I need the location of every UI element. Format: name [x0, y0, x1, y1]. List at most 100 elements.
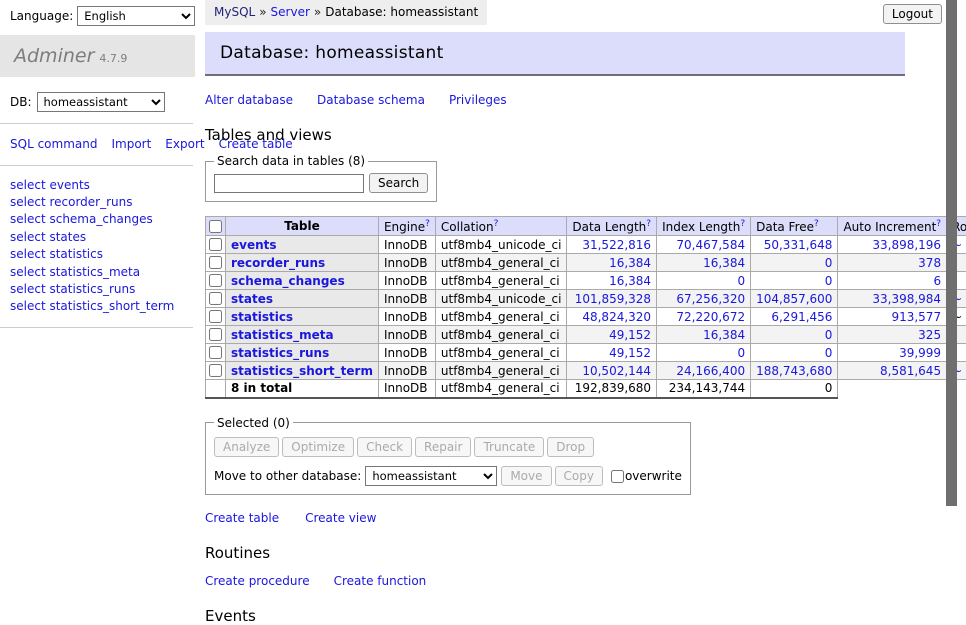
help-icon[interactable]: ? [646, 219, 651, 229]
breadcrumb-mysql-link[interactable]: MySQL [214, 5, 255, 19]
select-all-checkbox[interactable] [209, 220, 222, 233]
create-view-link[interactable]: Create view [305, 511, 376, 525]
sidebar-item-select-events[interactable]: select events [10, 177, 195, 194]
optimize-button[interactable]: Optimize [282, 437, 354, 457]
data-length-link[interactable]: 16,384 [609, 274, 651, 288]
row-checkbox[interactable] [209, 256, 222, 269]
help-icon[interactable]: ? [814, 219, 819, 229]
import-link[interactable]: Import [111, 137, 151, 151]
data-free-link[interactable]: 104,857,600 [756, 292, 832, 306]
sql-command-link[interactable]: SQL command [10, 137, 97, 151]
create-function-link[interactable]: Create function [334, 574, 427, 588]
table-link-statistics-short-term[interactable]: statistics_short_term [231, 364, 373, 378]
help-icon[interactable]: ? [936, 219, 941, 229]
language-select[interactable]: English [77, 6, 195, 26]
row-checkbox[interactable] [209, 346, 222, 359]
move-database-select[interactable]: homeassistant [365, 466, 497, 486]
privileges-link[interactable]: Privileges [449, 93, 507, 107]
sidebar-divider [0, 165, 193, 166]
index-length-link[interactable]: 0 [737, 274, 745, 288]
data-free-link[interactable]: 188,743,680 [756, 364, 832, 378]
index-length-link[interactable]: 16,384 [703, 328, 745, 342]
truncate-button[interactable]: Truncate [474, 437, 544, 457]
table-link-statistics-meta[interactable]: statistics_meta [231, 328, 334, 342]
check-button[interactable]: Check [357, 437, 412, 457]
data-free-link[interactable]: 6,291,456 [771, 310, 832, 324]
sidebar-item-select-statistics-short-term[interactable]: select statistics_short_term [10, 298, 195, 315]
data-free-link[interactable]: 0 [825, 256, 833, 270]
export-link[interactable]: Export [165, 137, 204, 151]
table-link-statistics-runs[interactable]: statistics_runs [231, 346, 329, 360]
data-length-link[interactable]: 49,152 [609, 328, 651, 342]
row-checkbox[interactable] [209, 310, 222, 323]
data-length-link[interactable]: 49,152 [609, 346, 651, 360]
row-checkbox[interactable] [209, 292, 222, 305]
search-button[interactable]: Search [369, 173, 428, 193]
copy-button[interactable]: Copy [555, 466, 603, 486]
table-link-schema-changes[interactable]: schema_changes [231, 274, 345, 288]
tables-overview-table: Table Engine? Collation? Data Length? In… [205, 216, 966, 399]
table-row-statistics-runs: statistics_runs InnoDB utf8mb4_general_c… [206, 344, 966, 362]
row-checkbox[interactable] [209, 274, 222, 287]
db-select[interactable]: homeassistant [37, 92, 165, 112]
data-length-link[interactable]: 16,384 [609, 256, 651, 270]
data-free-link[interactable]: 0 [825, 274, 833, 288]
auto-increment-link[interactable]: 8,581,645 [880, 364, 941, 378]
help-icon[interactable]: ? [425, 219, 430, 229]
selected-legend: Selected (0) [214, 416, 293, 430]
create-table-link-sidebar[interactable]: Create table [219, 137, 293, 151]
auto-increment-link[interactable]: 913,577 [891, 310, 941, 324]
data-length-link[interactable]: 101,859,328 [575, 292, 651, 306]
repair-button[interactable]: Repair [415, 437, 471, 457]
collation-cell: utf8mb4_general_ci [435, 362, 567, 380]
sidebar-item-select-recorder-runs[interactable]: select recorder_runs [10, 194, 195, 211]
auto-increment-link[interactable]: 39,999 [899, 346, 941, 360]
sidebar-item-select-statistics-runs[interactable]: select statistics_runs [10, 281, 195, 298]
auto-increment-link[interactable]: 325 [918, 328, 941, 342]
app-title: Adminer4.7.9 [0, 35, 195, 77]
table-link-statistics[interactable]: statistics [231, 310, 293, 324]
data-length-link[interactable]: 31,522,816 [582, 238, 651, 252]
search-input[interactable] [214, 174, 364, 193]
create-table-link[interactable]: Create table [205, 511, 279, 525]
row-checkbox[interactable] [209, 238, 222, 251]
alter-database-link[interactable]: Alter database [205, 93, 293, 107]
data-free-link[interactable]: 0 [825, 328, 833, 342]
sidebar-item-select-statistics[interactable]: select statistics [10, 246, 195, 263]
help-icon[interactable]: ? [494, 219, 499, 229]
index-length-link[interactable]: 70,467,584 [676, 238, 745, 252]
data-free-link[interactable]: 0 [825, 346, 833, 360]
index-length-link[interactable]: 24,166,400 [676, 364, 745, 378]
table-link-events[interactable]: events [231, 238, 277, 252]
index-length-link[interactable]: 67,256,320 [676, 292, 745, 306]
index-length-link[interactable]: 0 [737, 346, 745, 360]
index-length-link[interactable]: 16,384 [703, 256, 745, 270]
index-length-link[interactable]: 72,220,672 [676, 310, 745, 324]
breadcrumb-separator: » [314, 5, 321, 19]
data-free-link[interactable]: 50,331,648 [764, 238, 833, 252]
drop-button[interactable]: Drop [547, 437, 594, 457]
table-link-recorder-runs[interactable]: recorder_runs [231, 256, 325, 270]
data-length-link[interactable]: 48,824,320 [582, 310, 651, 324]
auto-increment-link[interactable]: 6 [933, 274, 941, 288]
overwrite-checkbox[interactable] [611, 470, 624, 483]
move-button[interactable]: Move [501, 466, 551, 486]
auto-increment-link[interactable]: 33,898,196 [872, 238, 941, 252]
logout-button[interactable]: Logout [883, 4, 942, 24]
sidebar-item-select-statistics-meta[interactable]: select statistics_meta [10, 264, 195, 281]
row-checkbox[interactable] [209, 328, 222, 341]
vertical-scrollbar-thumb[interactable] [946, 0, 957, 506]
create-procedure-link[interactable]: Create procedure [205, 574, 310, 588]
sidebar-item-select-states[interactable]: select states [10, 229, 195, 246]
analyze-button[interactable]: Analyze [214, 437, 279, 457]
database-schema-link[interactable]: Database schema [317, 93, 425, 107]
auto-increment-link[interactable]: 33,398,984 [872, 292, 941, 306]
data-length-link[interactable]: 10,502,144 [582, 364, 651, 378]
app-name: Adminer [14, 45, 94, 67]
breadcrumb-server-link[interactable]: Server [271, 5, 310, 19]
table-link-states[interactable]: states [231, 292, 273, 306]
sidebar-item-select-schema-changes[interactable]: select schema_changes [10, 211, 195, 228]
row-checkbox[interactable] [209, 364, 222, 377]
auto-increment-link[interactable]: 378 [918, 256, 941, 270]
help-icon[interactable]: ? [740, 219, 745, 229]
